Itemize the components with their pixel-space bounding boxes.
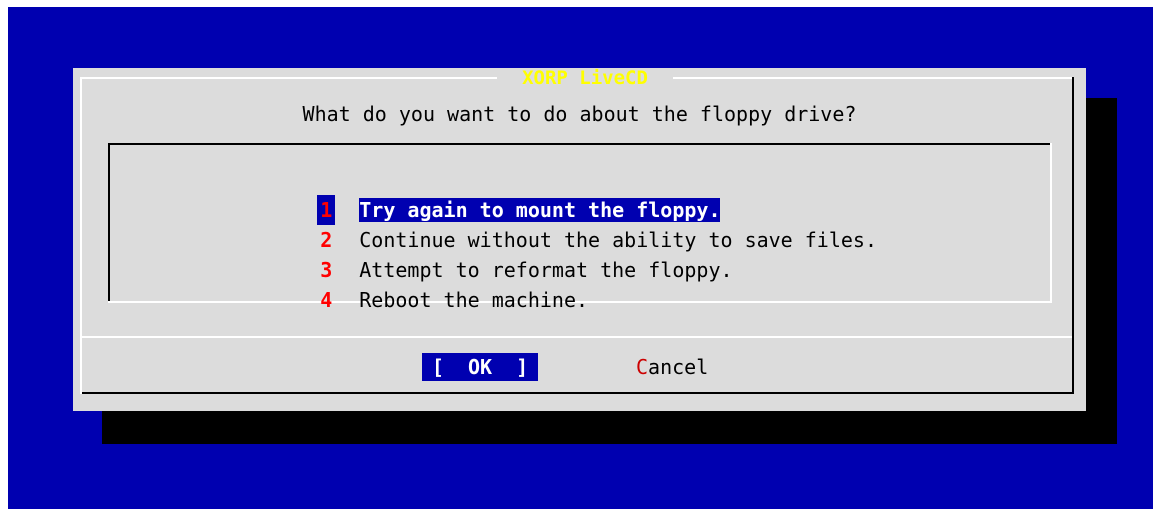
menu-list-left-border: [108, 143, 110, 303]
ok-button-open-bracket: [: [431, 355, 468, 379]
menu-item-reboot[interactable]: 4 Reboot the machine.: [245, 255, 588, 312]
menu-list-top-border: [108, 143, 1052, 145]
frame-bottom-line: [80, 392, 1074, 394]
dialog-title: XORP LiveCD: [497, 68, 673, 88]
menu-item-key: 4: [320, 288, 333, 312]
ok-button[interactable]: [ OK ]: [422, 353, 538, 381]
frame-top-left-line: [80, 77, 497, 79]
cancel-button[interactable]: Cancel: [636, 353, 708, 381]
ok-button-label: OK: [467, 355, 493, 379]
menu-item-continue[interactable]: 2 Continue without the ability to save fi…: [245, 195, 877, 252]
ok-button-close-bracket: ]: [492, 355, 529, 379]
dialog-prompt: What do you want to do about the floppy …: [302, 102, 857, 126]
menu-list-right-border: [1050, 143, 1052, 303]
frame-top-right-line: [673, 77, 1072, 79]
menu-list: 1 Try again to mount the floppy. 2 Continu…: [108, 143, 1052, 312]
frame-bottom-right-line: [1072, 336, 1074, 394]
dialog-window: XORP LiveCD What do you want to do about…: [73, 68, 1086, 411]
frame-separator: [80, 336, 1074, 338]
cancel-button-label: ancel: [648, 355, 709, 379]
menu-item-reformat[interactable]: 3 Attempt to reformat the floppy.: [245, 225, 732, 282]
frame-bottom-left-line: [80, 336, 82, 394]
cancel-button-hotkey: C: [636, 355, 649, 379]
menu-item-retry-mount[interactable]: 1 Try again to mount the floppy.: [245, 165, 721, 225]
menu-item-label: Reboot the machine.: [359, 288, 589, 312]
